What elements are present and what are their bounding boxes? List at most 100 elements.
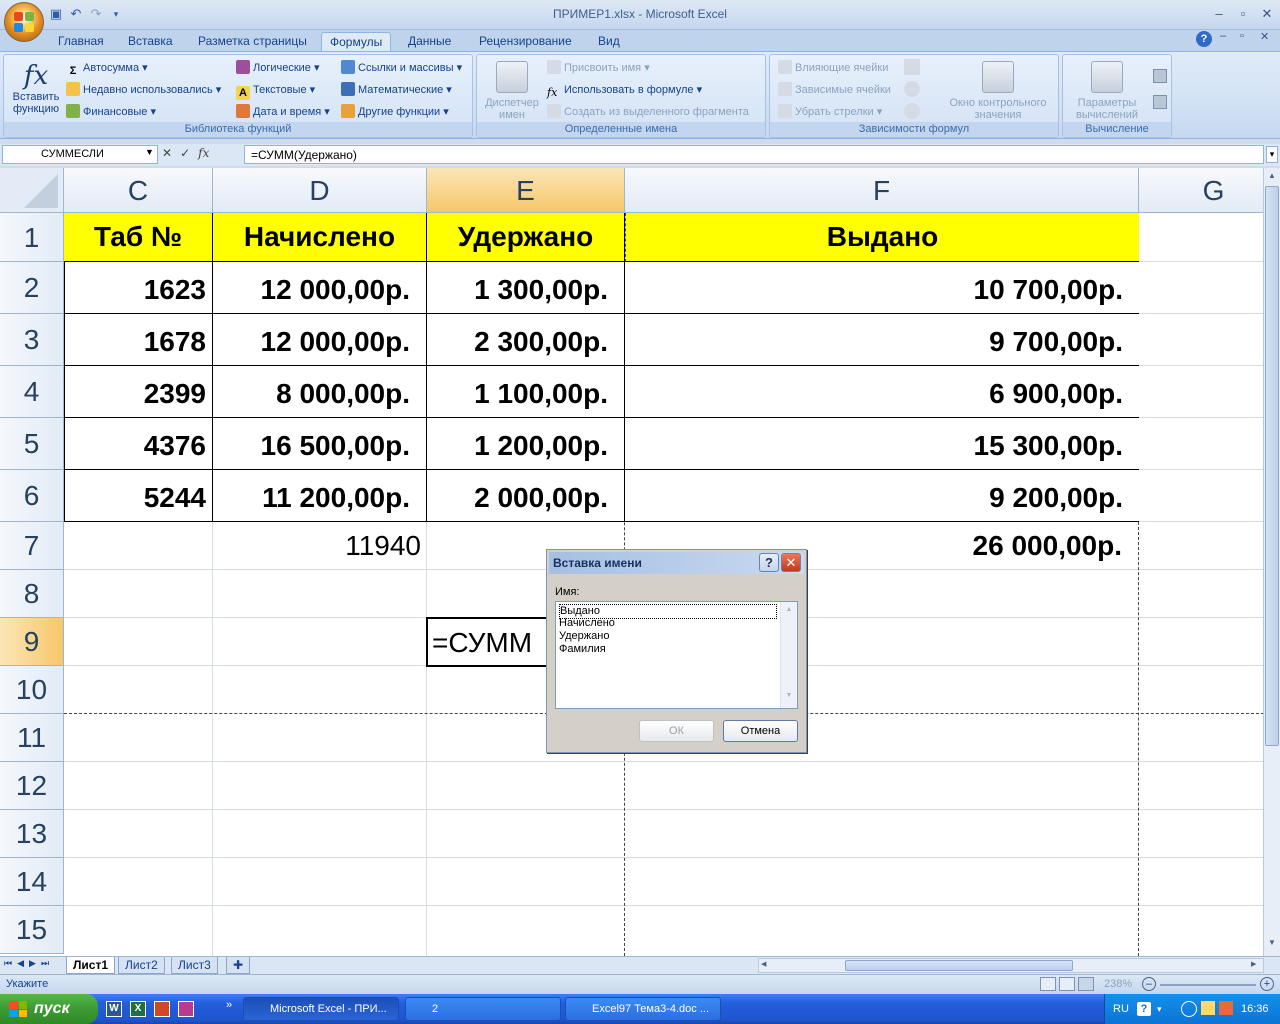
row-header-12[interactable]: 12	[0, 762, 64, 810]
evaluate-formula-icon[interactable]	[904, 103, 920, 119]
list-scroll-down-icon[interactable]: ▼	[781, 692, 797, 699]
insert-sheet-icon[interactable]: ✚	[226, 957, 250, 974]
name-manager-button[interactable]: Диспетчер имен	[479, 61, 545, 121]
close-button[interactable]: ✕	[1258, 6, 1276, 22]
cell-withheld[interactable]: 1 300,00р.	[427, 262, 625, 314]
normal-view-icon[interactable]	[1040, 977, 1056, 991]
datetime-button[interactable]: Дата и время ▾	[236, 103, 330, 121]
cancel-button[interactable]: Отмена	[723, 720, 798, 742]
word-quicklaunch-icon[interactable]: W	[106, 1001, 122, 1017]
row-header-10[interactable]: 10	[0, 666, 64, 714]
row-header-14[interactable]: 14	[0, 858, 64, 906]
header-issued[interactable]: Выдано	[625, 213, 1139, 262]
row-header-2[interactable]: 2	[0, 262, 64, 314]
confirm-entry-icon[interactable]: ✓	[180, 146, 190, 164]
cell-tab-number[interactable]: 5244	[64, 470, 213, 522]
zoom-out-icon[interactable]: –	[1142, 977, 1156, 991]
help-icon[interactable]: ?	[1196, 31, 1212, 47]
dialog-close-button[interactable]: ✕	[781, 553, 801, 572]
maximize-button[interactable]: ▫	[1234, 6, 1252, 22]
ribbon-restore-icon[interactable]: ▫	[1240, 30, 1244, 42]
tab-formulas[interactable]: Формулы	[321, 32, 392, 52]
dialog-help-button[interactable]: ?	[759, 553, 779, 572]
list-item[interactable]: Начислено	[559, 617, 615, 630]
row-header-9[interactable]: 9	[0, 618, 64, 666]
start-button[interactable]: пуск	[0, 994, 98, 1024]
vertical-scrollbar[interactable]: ▲ ▼	[1263, 168, 1280, 956]
calculate-sheet-icon[interactable]	[1153, 95, 1167, 109]
sheet-tab-1[interactable]: Лист1	[66, 957, 116, 974]
insert-function-button[interactable]: fx Вставить функцию	[6, 61, 66, 115]
header-tab-number[interactable]: Таб №	[64, 213, 213, 262]
cell-tab-number[interactable]: 1623	[64, 262, 213, 314]
row-header-6[interactable]: 6	[0, 470, 64, 522]
list-item[interactable]: Фамилия	[559, 643, 606, 656]
remove-arrows-button[interactable]: Убрать стрелки ▾	[778, 103, 882, 121]
name-listbox[interactable]: Выдано Начислено Удержано Фамилия ▲ ▼	[555, 601, 798, 709]
column-header-g[interactable]: G	[1139, 168, 1263, 213]
cell-tab-number[interactable]: 1678	[64, 314, 213, 366]
scroll-right-icon[interactable]: ▶	[1251, 960, 1256, 968]
trace-precedents-button[interactable]: Влияющие ячейки	[778, 59, 888, 77]
powerpoint-quicklaunch-icon[interactable]	[154, 1001, 170, 1017]
column-header-c[interactable]: C	[64, 168, 213, 213]
page-layout-view-icon[interactable]	[1059, 977, 1075, 991]
row-header-5[interactable]: 5	[0, 418, 64, 470]
row-header-4[interactable]: 4	[0, 366, 64, 418]
tray-security-icon[interactable]	[1219, 1001, 1233, 1015]
expand-formula-bar-icon[interactable]: ▾	[1266, 146, 1278, 163]
excel-quicklaunch-icon[interactable]: X	[130, 1001, 146, 1017]
sheet-tab-3[interactable]: Лист3	[171, 957, 218, 974]
row-header-11[interactable]: 11	[0, 714, 64, 762]
zoom-slider[interactable]	[1160, 984, 1256, 986]
insert-function-icon[interactable]: fx	[198, 146, 209, 164]
ok-button[interactable]: ОК	[639, 720, 714, 742]
financial-button[interactable]: Финансовые ▾	[66, 103, 156, 121]
office-button[interactable]	[4, 2, 44, 42]
cell-withheld[interactable]: 2 300,00р.	[427, 314, 625, 366]
cell-issued[interactable]: 9 700,00р.	[625, 314, 1139, 366]
tab-home[interactable]: Главная	[50, 32, 112, 52]
cell-accrued[interactable]: 12 000,00р.	[213, 314, 427, 366]
cell-accrued[interactable]: 16 500,00р.	[213, 418, 427, 470]
sheet-nav-arrows-icon[interactable]: ⏮◀▶⏭	[4, 958, 54, 969]
scroll-down-icon[interactable]: ▼	[1264, 938, 1280, 947]
language-help-icon[interactable]: ?	[1137, 1002, 1151, 1016]
sheet-tab-2[interactable]: Лист2	[118, 957, 165, 974]
horizontal-scroll-thumb[interactable]	[845, 960, 1073, 971]
row-header-3[interactable]: 3	[0, 314, 64, 366]
tray-expand-icon[interactable]: ▾	[1157, 1004, 1162, 1015]
row-header-15[interactable]: 15	[0, 906, 64, 954]
cell-d7[interactable]: 11940	[213, 522, 421, 570]
vertical-scroll-thumb[interactable]	[1265, 186, 1279, 746]
row-header-1[interactable]: 1	[0, 213, 64, 262]
language-indicator[interactable]: RU	[1113, 1003, 1129, 1015]
select-all-corner[interactable]	[0, 168, 64, 213]
zoom-level[interactable]: 238%	[1104, 978, 1132, 990]
list-item[interactable]: Удержано	[559, 630, 609, 643]
show-formulas-icon[interactable]	[904, 59, 920, 75]
tab-review[interactable]: Рецензирование	[471, 32, 580, 52]
text-functions-button[interactable]: A Текстовые ▾	[236, 81, 315, 100]
cell-issued[interactable]: 9 200,00р.	[625, 470, 1139, 522]
tab-page-layout[interactable]: Разметка страницы	[190, 32, 315, 52]
tray-back-icon[interactable]	[1181, 1001, 1197, 1017]
calculate-now-icon[interactable]	[1153, 69, 1167, 83]
page-break-view-icon[interactable]	[1078, 977, 1094, 991]
cell-accrued[interactable]: 12 000,00р.	[213, 262, 427, 314]
ribbon-minimize-icon[interactable]: –	[1220, 30, 1226, 42]
cell-issued[interactable]: 10 700,00р.	[625, 262, 1139, 314]
quicklaunch-more-icon[interactable]: »	[226, 999, 232, 1011]
listbox-scrollbar[interactable]: ▲ ▼	[780, 602, 797, 708]
column-header-d[interactable]: D	[213, 168, 427, 213]
tab-data[interactable]: Данные	[400, 32, 459, 52]
lookup-button[interactable]: Ссылки и массивы ▾	[341, 59, 462, 77]
column-header-f[interactable]: F	[625, 168, 1139, 213]
row-header-7[interactable]: 7	[0, 522, 64, 570]
taskbar-word-button[interactable]: Excel97 Тема3-4.doc ...	[565, 997, 721, 1021]
zoom-in-icon[interactable]: +	[1260, 977, 1274, 991]
cell-issued[interactable]: 6 900,00р.	[625, 366, 1139, 418]
row-header-8[interactable]: 8	[0, 570, 64, 618]
scroll-left-icon[interactable]: ◀	[761, 960, 766, 968]
cell-withheld[interactable]: 2 000,00р.	[427, 470, 625, 522]
